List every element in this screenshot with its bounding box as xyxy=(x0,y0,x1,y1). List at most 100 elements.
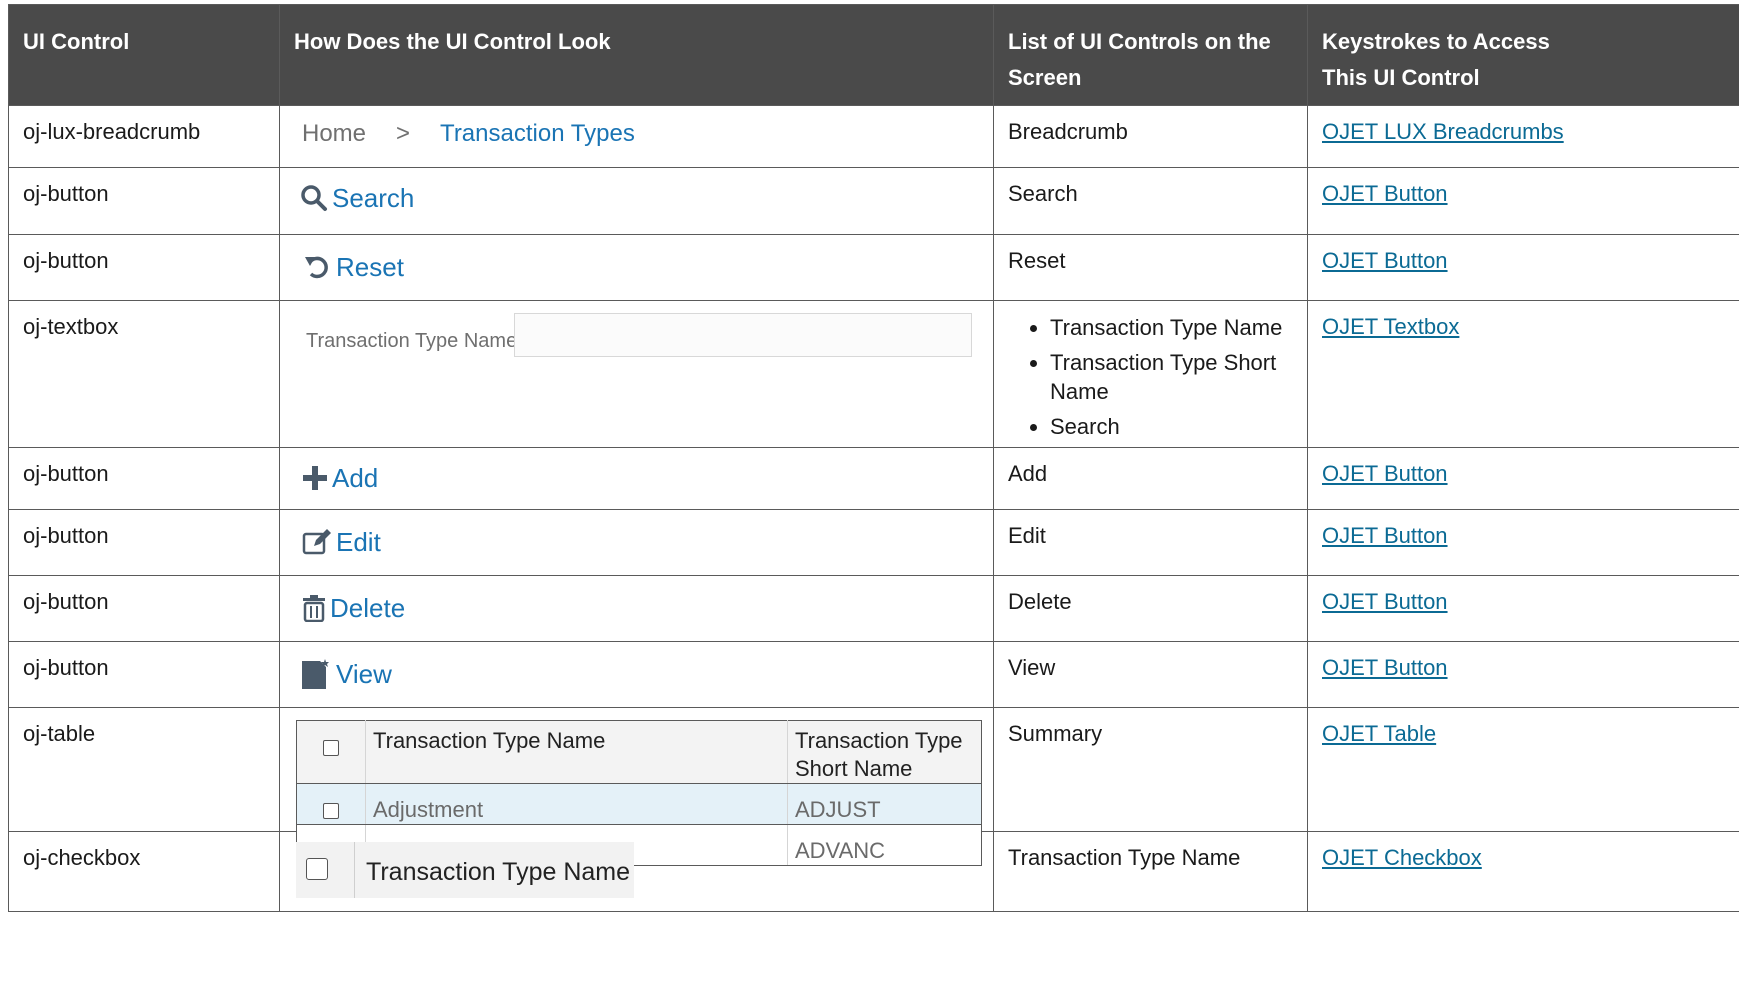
table-row: oj-button Add Add OJET Button xyxy=(8,447,1739,510)
doc-link[interactable]: OJET Button xyxy=(1322,589,1448,614)
header-row: UI Control How Does the UI Control Look … xyxy=(8,4,1739,106)
look-cell: Delete xyxy=(279,575,994,642)
look-cell: Reset xyxy=(279,234,994,301)
view-button[interactable]: View xyxy=(300,658,392,690)
header-look: How Does the UI Control Look xyxy=(279,4,994,106)
search-label: Search xyxy=(332,183,415,213)
keystroke-cell: OJET Button xyxy=(1307,447,1739,510)
edit-button[interactable]: Edit xyxy=(302,528,381,556)
doc-link[interactable]: OJET Button xyxy=(1322,248,1448,273)
plus-icon xyxy=(303,466,327,490)
table-row: oj-button Delete Delete OJET Button xyxy=(8,575,1739,642)
keystroke-cell: OJET Button xyxy=(1307,167,1739,235)
doc-link[interactable]: OJET Table xyxy=(1322,721,1436,746)
ui-controls-table: UI Control How Does the UI Control Look … xyxy=(8,4,1739,912)
search-button[interactable]: Search xyxy=(300,184,414,212)
look-cell: Search xyxy=(279,167,994,235)
control-name: oj-button xyxy=(8,167,280,235)
control-name: oj-button xyxy=(8,234,280,301)
look-cell: Transaction Type Name Transaction Type S… xyxy=(279,707,994,866)
edit-icon xyxy=(302,529,331,555)
sample-col-short-name[interactable]: Transaction Type Short Name xyxy=(787,720,982,784)
sample-cell: Adjustment xyxy=(365,783,788,825)
sample-cell: ADJUST xyxy=(787,783,982,825)
doc-link[interactable]: OJET Button xyxy=(1322,181,1448,206)
controls-list: Transaction Type Name Transaction Type S… xyxy=(993,300,1308,448)
reset-icon xyxy=(305,256,328,279)
control-name: oj-button xyxy=(8,447,280,510)
controls-list: Reset xyxy=(993,234,1308,301)
keystroke-cell: OJET Checkbox xyxy=(1307,831,1739,912)
control-name: oj-button xyxy=(8,509,280,576)
view-icon xyxy=(302,659,329,689)
keystroke-cell: OJET Table xyxy=(1307,707,1739,832)
doc-link[interactable]: OJET Button xyxy=(1322,523,1448,548)
transaction-type-name-input[interactable] xyxy=(514,313,972,357)
breadcrumb-home[interactable]: Home xyxy=(302,120,366,147)
look-cell: View xyxy=(279,641,994,708)
look-cell: Add xyxy=(279,447,994,510)
select-all-checkbox[interactable] xyxy=(323,740,339,757)
doc-link[interactable]: OJET Button xyxy=(1322,461,1448,486)
keystroke-cell: OJET Button xyxy=(1307,509,1739,576)
list-item: Transaction Type Short Name xyxy=(1050,348,1293,406)
keystroke-cell: OJET Button xyxy=(1307,234,1739,301)
checkbox[interactable] xyxy=(306,858,328,880)
control-name: oj-checkbox xyxy=(8,831,280,912)
sample-col-name[interactable]: Transaction Type Name xyxy=(365,720,788,784)
row-checkbox[interactable] xyxy=(323,803,339,820)
breadcrumb-separator: > xyxy=(396,120,411,147)
delete-label: Delete xyxy=(330,593,406,623)
table-row: oj-lux-breadcrumb Home > Transaction Types… xyxy=(8,105,1739,168)
table-row: oj-table Transaction Type Name Transacti… xyxy=(8,707,1739,866)
breadcrumb: Home > Transaction Types xyxy=(302,120,635,148)
control-name: oj-table xyxy=(8,707,280,832)
look-cell: Home > Transaction Types xyxy=(279,105,994,168)
controls-list: Add xyxy=(993,447,1308,510)
look-cell: Transaction Type Name xyxy=(279,300,994,448)
doc-link[interactable]: OJET Button xyxy=(1322,655,1448,680)
controls-list: Delete xyxy=(993,575,1308,642)
control-name: oj-lux-breadcrumb xyxy=(8,105,280,168)
header-ui-control: UI Control xyxy=(8,4,280,106)
table-row: oj-button Search Search OJET Button xyxy=(8,167,1739,235)
controls-list: Search xyxy=(993,167,1308,235)
reset-label: Reset xyxy=(336,252,404,282)
controls-list: Summary xyxy=(993,707,1308,832)
sample-table-header: Transaction Type Name Transaction Type S… xyxy=(296,720,982,784)
look-cell: Transaction Type Name xyxy=(279,831,994,912)
controls-list: Transaction Type Name xyxy=(993,831,1308,912)
control-name: oj-textbox xyxy=(8,300,280,448)
keystroke-cell: OJET Button xyxy=(1307,641,1739,708)
header-controls-list: List of UI Controls on the Screen xyxy=(993,4,1308,106)
look-cell: Edit xyxy=(279,509,994,576)
list-item: Search xyxy=(1050,412,1293,441)
doc-link[interactable]: OJET Textbox xyxy=(1322,314,1459,339)
keystroke-cell: OJET Textbox xyxy=(1307,300,1739,448)
table-row: oj-textbox Transaction Type Name Transac… xyxy=(8,300,1739,448)
control-name: oj-button xyxy=(8,575,280,642)
list-item: Transaction Type Name xyxy=(1050,313,1293,342)
view-label: View xyxy=(336,659,392,689)
edit-label: Edit xyxy=(336,527,381,557)
breadcrumb-current[interactable]: Transaction Types xyxy=(440,120,635,147)
table-row: oj-checkbox Transaction Type Name Transa… xyxy=(8,831,1739,912)
search-icon xyxy=(301,185,327,211)
trash-icon xyxy=(303,595,325,622)
table-row: oj-button Reset Reset OJET Button xyxy=(8,234,1739,301)
control-name: oj-button xyxy=(8,641,280,708)
table-row: oj-button View View OJET Button xyxy=(8,641,1739,708)
divider xyxy=(354,842,355,898)
controls-list: Breadcrumb xyxy=(993,105,1308,168)
delete-button[interactable]: Delete xyxy=(302,594,405,622)
add-button[interactable]: Add xyxy=(302,464,378,492)
controls-list: View xyxy=(993,641,1308,708)
add-label: Add xyxy=(332,463,379,493)
sample-checkbox-header: Transaction Type Name xyxy=(296,842,634,898)
doc-link[interactable]: OJET Checkbox xyxy=(1322,845,1482,870)
reset-button[interactable]: Reset xyxy=(304,253,404,281)
keystroke-cell: OJET LUX Breadcrumbs xyxy=(1307,105,1739,168)
sample-table-row[interactable]: Adjustment ADJUST xyxy=(296,783,982,825)
keystroke-cell: OJET Button xyxy=(1307,575,1739,642)
doc-link[interactable]: OJET LUX Breadcrumbs xyxy=(1322,119,1564,144)
